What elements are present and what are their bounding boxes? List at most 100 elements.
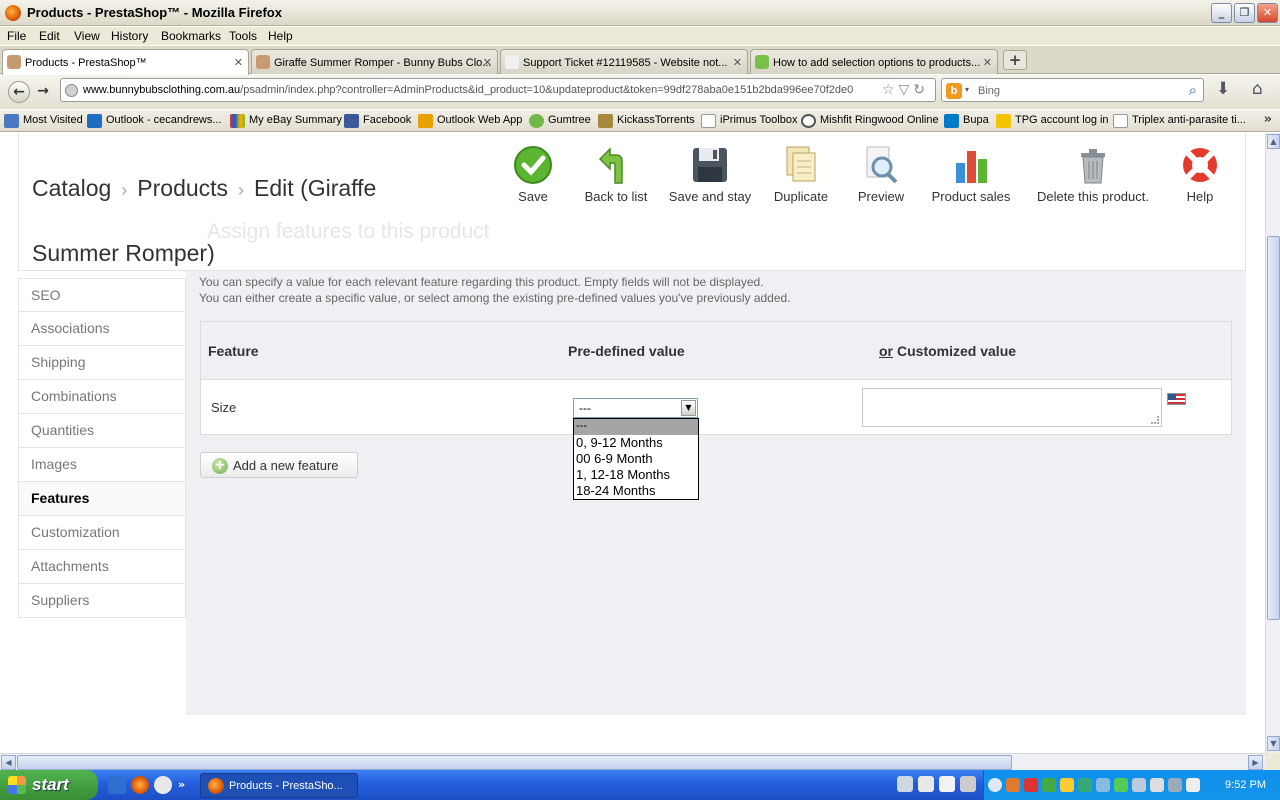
scroll-left-icon[interactable]: ◀ (1, 755, 16, 770)
bookmark-star-icon[interactable]: ☆▽↻ (882, 82, 929, 98)
sidebar-item-quantities[interactable]: Quantities (18, 414, 186, 448)
preview-button[interactable]: Preview (856, 145, 906, 204)
back-arrow-icon[interactable]: ← (8, 81, 30, 103)
bookmark-iprimus[interactable]: iPrimus Toolbox (701, 114, 797, 128)
menu-tools[interactable]: Tools (229, 29, 257, 43)
save-and-stay-button[interactable]: Save and stay (666, 145, 754, 204)
bookmark-kickass[interactable]: KickassTorrents (598, 114, 695, 128)
minimize-button[interactable]: _ (1211, 3, 1232, 23)
bookmark-tpg[interactable]: TPG account log in (996, 114, 1109, 128)
sidebar-item-associations[interactable]: Associations (18, 312, 186, 346)
show-desktop-icon[interactable] (108, 776, 126, 794)
browser-tab-products[interactable]: Products - PrestaShop™ ✕ (2, 49, 249, 75)
search-icon[interactable]: ⌕ (1189, 81, 1197, 99)
sidebar-item-suppliers[interactable]: Suppliers (18, 584, 186, 618)
bookmark-most-visited[interactable]: Most Visited (4, 114, 83, 128)
tray-volume-icon[interactable] (1186, 778, 1200, 792)
tab-close-icon[interactable]: ✕ (983, 56, 992, 69)
menu-view[interactable]: View (74, 29, 100, 43)
sidebar-item-customization[interactable]: Customization (18, 516, 186, 550)
scroll-down-icon[interactable]: ▼ (1267, 736, 1280, 751)
tray-tool-icon[interactable] (897, 776, 913, 792)
browser-tab-howto[interactable]: How to add selection options to products… (750, 49, 998, 74)
tray-app-icon[interactable] (1060, 778, 1074, 792)
firefox-quicklaunch-icon[interactable] (131, 776, 149, 794)
taskbar-task-firefox[interactable]: Products - PrestaSho... (200, 773, 358, 798)
tab-close-icon[interactable]: ✕ (733, 56, 742, 69)
sidebar-item-shipping[interactable]: Shipping (18, 346, 186, 380)
tray-app-icon[interactable] (1006, 778, 1020, 792)
bookmark-mishfit[interactable]: Mishfit Ringwood Online (801, 114, 939, 128)
bookmarks-overflow-icon[interactable]: » (1264, 112, 1272, 127)
tab-close-icon[interactable]: ✕ (483, 56, 492, 69)
address-url[interactable]: www.bunnybubsclothing.com.au/psadmin/ind… (83, 84, 853, 96)
help-button[interactable]: Help (1178, 145, 1222, 204)
menu-bookmarks[interactable]: Bookmarks (161, 29, 221, 43)
bookmark-facebook[interactable]: Facebook (344, 114, 411, 128)
tray-usb-icon[interactable] (1150, 778, 1164, 792)
menu-help[interactable]: Help (268, 29, 293, 43)
sidebar-item-seo[interactable]: SEO (18, 278, 186, 312)
resize-grip-icon[interactable] (1151, 416, 1159, 424)
chevron-down-icon[interactable]: ▼ (681, 400, 696, 416)
customized-value-textarea[interactable] (862, 388, 1162, 427)
product-sales-button[interactable]: Product sales (929, 145, 1013, 204)
bookmark-gumtree[interactable]: Gumtree (529, 114, 591, 128)
delete-product-button[interactable]: Delete this product. (1035, 145, 1151, 204)
us-flag-icon[interactable] (1167, 393, 1186, 405)
tray-wireless-icon[interactable] (1114, 778, 1128, 792)
dropdown-option[interactable]: --- (574, 419, 698, 435)
tray-pdf-icon[interactable] (1024, 778, 1038, 792)
menu-history[interactable]: History (111, 29, 148, 43)
bing-engine-icon[interactable]: b (946, 83, 962, 99)
dropdown-option[interactable]: 18-24 Months (574, 483, 698, 499)
media-player-icon[interactable] (154, 776, 172, 794)
tray-network-icon[interactable] (918, 776, 934, 792)
bookmark-ebay[interactable]: My eBay Summary (230, 114, 342, 128)
bookmark-triplex[interactable]: Triplex anti-parasite ti... (1113, 114, 1246, 128)
download-icon[interactable]: ⬇ (1216, 79, 1230, 99)
duplicate-button[interactable]: Duplicate (771, 145, 831, 204)
menu-edit[interactable]: Edit (39, 29, 60, 43)
tab-close-icon[interactable]: ✕ (234, 56, 243, 69)
sidebar-item-images[interactable]: Images (18, 448, 186, 482)
horizontal-scrollbar[interactable]: ◀ ▶ (0, 753, 1265, 770)
horizontal-scroll-thumb[interactable] (17, 755, 1012, 770)
dropdown-option[interactable]: 00 6-9 Month (574, 451, 698, 467)
scroll-up-icon[interactable]: ▲ (1267, 134, 1280, 149)
bookmark-bupa[interactable]: Bupa (944, 114, 989, 128)
save-button[interactable]: Save (512, 145, 554, 204)
engine-dropdown-icon[interactable]: ▾ (965, 85, 969, 94)
home-icon[interactable]: ⌂ (1252, 79, 1263, 99)
maximize-button[interactable]: ❐ (1234, 3, 1255, 23)
tray-security-icon[interactable] (1132, 778, 1146, 792)
start-button[interactable]: start (0, 770, 98, 800)
scroll-right-icon[interactable]: ▶ (1248, 755, 1263, 770)
browser-tab-giraffe[interactable]: Giraffe Summer Romper - Bunny Bubs Clo..… (251, 49, 498, 74)
back-to-list-button[interactable]: Back to list (580, 145, 652, 204)
quicklaunch-overflow-icon[interactable]: » (178, 778, 185, 791)
vertical-scrollbar[interactable]: ▲ ▼ (1265, 133, 1280, 753)
tray-misc-icon[interactable] (960, 776, 976, 792)
tray-help-icon[interactable] (939, 776, 955, 792)
tray-expand-icon[interactable] (988, 778, 1002, 792)
sidebar-item-attachments[interactable]: Attachments (18, 550, 186, 584)
bookmark-outlook[interactable]: Outlook - cecandrews... (87, 114, 222, 128)
tray-app-icon[interactable] (1096, 778, 1110, 792)
sidebar-item-features[interactable]: Features (18, 482, 186, 516)
tray-computer-icon[interactable] (1168, 778, 1182, 792)
menu-file[interactable]: File (7, 29, 26, 43)
tray-app-icon[interactable] (1042, 778, 1056, 792)
vertical-scroll-thumb[interactable] (1267, 236, 1280, 620)
bookmark-outlook-web-app[interactable]: Outlook Web App (418, 114, 522, 128)
new-tab-button[interactable]: + (1003, 50, 1027, 70)
tray-clock[interactable]: 9:52 PM (1225, 779, 1266, 791)
close-window-button[interactable]: ✕ (1257, 3, 1278, 23)
forward-arrow-icon[interactable]: → (33, 81, 53, 103)
predefined-value-select[interactable]: --- ▼ (573, 398, 698, 418)
browser-tab-support[interactable]: Support Ticket #12119585 - Website not..… (500, 49, 748, 74)
dropdown-option[interactable]: 1, 12-18 Months (574, 467, 698, 483)
sidebar-item-combinations[interactable]: Combinations (18, 380, 186, 414)
search-bar[interactable]: b ▾ Bing ⌕ (941, 78, 1204, 102)
address-bar[interactable]: www.bunnybubsclothing.com.au/psadmin/ind… (60, 78, 936, 102)
